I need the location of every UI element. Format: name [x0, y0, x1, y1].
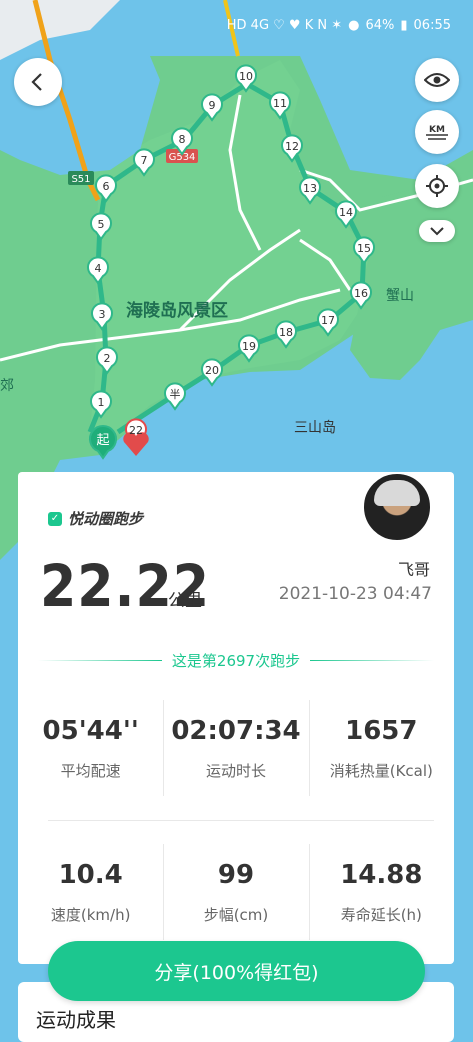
marker-label: 16 — [354, 287, 368, 300]
stat-life-extension: 14.88 寿命延长(h) — [308, 844, 454, 944]
stats-row-2: 10.4 速度(km/h) 99 步幅(cm) 14.88 寿命延长(h) — [18, 844, 454, 944]
svg-text:KM: KM — [429, 125, 445, 135]
stat-value: 1657 — [345, 716, 418, 746]
brand-name: 悦动圈跑步 — [68, 510, 144, 528]
stat-label: 速度(km/h) — [50, 906, 131, 924]
crosshair-icon — [426, 175, 448, 197]
stat-label: 运动时长 — [205, 762, 266, 780]
km-marker-button[interactable]: KM — [415, 110, 459, 154]
marker-label: 3 — [99, 308, 106, 321]
marker-label: 10 — [239, 70, 253, 83]
stat-label: 消耗热量(Kcal) — [329, 762, 433, 780]
locate-button[interactable] — [415, 164, 459, 208]
marker-label: 20 — [205, 364, 219, 377]
battery-icon: ▮ — [400, 18, 408, 33]
place-mountain: 蟹山 — [386, 288, 414, 304]
clock: 06:55 — [413, 18, 451, 33]
svg-text:S51: S51 — [71, 174, 90, 185]
marker-label: 15 — [357, 242, 371, 255]
share-button[interactable]: 分享(100%得红包) — [48, 941, 425, 1001]
marker-label: 7 — [141, 154, 148, 167]
battery-percent: 64% — [365, 18, 395, 33]
stat-label: 平均配速 — [60, 762, 121, 780]
marker-label: 半 — [170, 387, 181, 401]
place-edge: 郊 — [0, 377, 14, 394]
collapse-button[interactable] — [419, 220, 455, 242]
distance-unit: 公里 — [168, 591, 202, 611]
marker-label: 4 — [95, 262, 102, 275]
marker-label: 17 — [321, 314, 335, 327]
status-icons: HD 4G ♡ ♥ K N ✶ — [226, 18, 343, 33]
chevron-left-icon — [31, 73, 42, 91]
stat-speed: 10.4 速度(km/h) — [18, 844, 163, 944]
marker-label: 2 — [104, 352, 111, 365]
location-icon: ● — [348, 18, 360, 33]
marker-label: 8 — [179, 133, 186, 146]
stat-label: 步幅(cm) — [203, 906, 269, 924]
chevron-down-icon — [430, 227, 444, 236]
km-icon: KM — [426, 125, 448, 140]
marker-label: 14 — [339, 206, 353, 219]
status-bar: HD 4G ♡ ♥ K N ✶ ● 64% ▮ 06:55 — [0, 0, 473, 56]
run-summary-card: ✓ 悦动圈跑步 22.22 公里 飞哥 2021-10-23 04:47 这是第… — [18, 472, 454, 964]
stat-value: 05'44'' — [42, 716, 139, 746]
divider-right — [310, 659, 434, 661]
marker-label: 22 — [129, 424, 143, 437]
marker-label: 18 — [279, 326, 293, 339]
stat-value: 10.4 — [58, 860, 123, 890]
run-count: 这是第2697次跑步 — [171, 651, 301, 670]
marker-label: 5 — [98, 218, 105, 231]
eye-icon — [424, 73, 450, 87]
stat-calories: 1657 消耗热量(Kcal) — [308, 700, 454, 800]
marker-label: 1 — [98, 396, 105, 409]
visibility-button[interactable] — [415, 58, 459, 102]
marker-label: 9 — [209, 99, 216, 112]
marker-label: 6 — [103, 180, 110, 193]
marker-label: 12 — [285, 140, 299, 153]
divider-left — [38, 659, 162, 661]
marker-label: 19 — [242, 340, 256, 353]
marker-label: 13 — [303, 182, 317, 195]
place-island: 三山岛 — [294, 420, 336, 436]
place-scenic: 海陵岛风景区 — [126, 300, 228, 321]
run-count-row: 这是第2697次跑步 — [28, 648, 444, 672]
marker-label: 11 — [273, 97, 287, 110]
marker-label: 起 — [96, 433, 109, 448]
stat-stride: 99 步幅(cm) — [163, 844, 308, 944]
road-label-s51: S51 — [68, 171, 94, 185]
username: 飞哥 — [397, 560, 430, 579]
results-title: 运动成果 — [36, 1008, 116, 1032]
brand: ✓ 悦动圈跑步 — [48, 508, 143, 529]
stat-value: 99 — [217, 860, 255, 890]
stat-value: 14.88 — [340, 860, 423, 890]
stat-duration: 02:07:34 运动时长 — [163, 700, 308, 800]
stat-pace: 05'44'' 平均配速 — [18, 700, 163, 800]
back-button[interactable] — [14, 58, 62, 106]
stats-divider — [48, 820, 434, 821]
brand-logo-icon: ✓ — [48, 511, 62, 526]
stats-row-1: 05'44'' 平均配速 02:07:34 运动时长 1657 消耗热量(Kca… — [18, 700, 454, 800]
stat-value: 02:07:34 — [171, 716, 301, 746]
stat-label: 寿命延长(h) — [340, 906, 422, 924]
run-datetime: 2021-10-23 04:47 — [278, 584, 432, 604]
avatar[interactable] — [362, 472, 432, 542]
